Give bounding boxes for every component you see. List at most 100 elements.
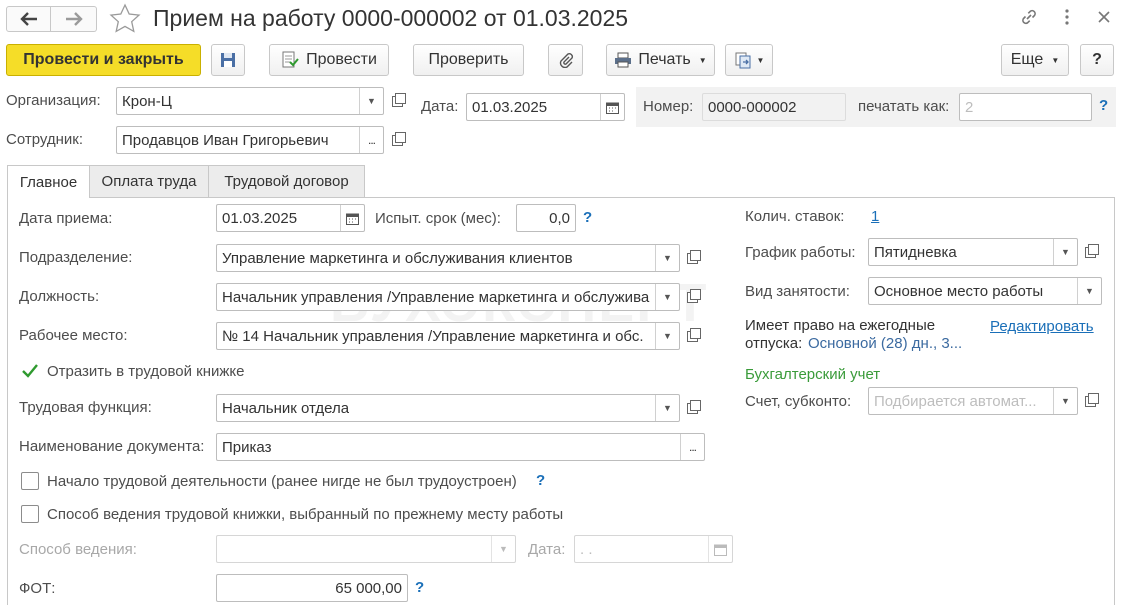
method-date-value: . .	[580, 541, 593, 558]
calendar-icon[interactable]	[340, 205, 364, 231]
workplace-field[interactable]: № 14 Начальник управления /Управление ма…	[216, 322, 680, 350]
workplace-open-button[interactable]	[681, 322, 703, 350]
post-button[interactable]: Провести	[269, 44, 389, 76]
method-field[interactable]: ▼	[216, 535, 516, 563]
tab-main[interactable]: Главное	[7, 165, 90, 198]
date-field[interactable]: 01.03.2025	[466, 93, 625, 121]
account-field[interactable]: Подбирается автомат... ▼	[868, 387, 1078, 415]
close-icon[interactable]	[1097, 10, 1113, 26]
help-question-icon[interactable]: ?	[415, 579, 424, 596]
position-open-button[interactable]	[681, 283, 703, 311]
chevron-down-icon[interactable]: ▼	[655, 323, 679, 349]
employee-open-button[interactable]	[386, 126, 408, 154]
back-button[interactable]	[6, 6, 51, 32]
number-value: 0000-000002	[708, 99, 797, 116]
open-icon	[391, 131, 406, 146]
chevron-down-icon[interactable]: ▼	[1053, 239, 1077, 265]
workplace-label: Рабочее место:	[19, 327, 128, 344]
chevron-down-icon[interactable]: ▼	[1053, 388, 1077, 414]
tab-payment[interactable]: Оплата труда	[89, 165, 209, 197]
number-label: Номер:	[643, 98, 694, 115]
calendar-icon[interactable]	[600, 94, 624, 120]
vacation-value: Основной (28) дн., 3...	[808, 335, 963, 352]
arrow-right-icon	[65, 12, 83, 26]
method-label: Способ ведения:	[19, 541, 137, 558]
chevron-down-icon: ▼	[698, 55, 707, 65]
print-as-label: печатать как:	[858, 98, 950, 115]
create-based-on-button[interactable]: ▼	[725, 44, 773, 76]
hire-date-label: Дата приема:	[19, 210, 113, 227]
tab-contract-label: Трудовой договор	[224, 173, 349, 190]
check-button[interactable]: Проверить	[413, 44, 524, 76]
department-open-button[interactable]	[681, 244, 703, 272]
function-value: Начальник отдела	[222, 400, 350, 417]
print-as-field[interactable]: 2	[959, 93, 1092, 121]
account-placeholder: Подбирается автомат...	[874, 393, 1037, 410]
vacation-title-line2: отпуска:	[745, 335, 803, 352]
method-date-field[interactable]: . .	[574, 535, 733, 563]
position-value: Начальник управления /Управление маркети…	[222, 289, 650, 306]
chevron-down-icon[interactable]: ▼	[491, 536, 515, 562]
chevron-down-icon[interactable]: ▼	[359, 88, 383, 114]
help-question-icon[interactable]: ?	[536, 472, 545, 489]
doc-name-field[interactable]: Приказ ...	[216, 433, 705, 461]
employee-value: Продавцов Иван Григорьевич	[122, 132, 329, 149]
attach-button[interactable]	[548, 44, 583, 76]
schedule-open-button[interactable]	[1079, 238, 1101, 266]
select-ellipsis-icon[interactable]: ...	[680, 434, 704, 460]
employment-field[interactable]: Основное место работы ▼	[868, 277, 1102, 305]
reflect-label: Отразить в трудовой книжке	[47, 363, 245, 380]
probation-field[interactable]: 0,0	[516, 204, 576, 232]
forward-button[interactable]	[51, 6, 97, 32]
save-button[interactable]	[211, 44, 245, 76]
more-vertical-icon[interactable]	[1064, 8, 1074, 28]
number-field[interactable]: 0000-000002	[702, 93, 846, 121]
favorite-star-icon[interactable]	[108, 2, 144, 36]
account-open-button[interactable]	[1079, 387, 1101, 415]
chevron-down-icon[interactable]: ▼	[1077, 278, 1101, 304]
chevron-down-icon: ▼	[1051, 55, 1060, 65]
hire-date-value: 01.03.2025	[222, 210, 298, 227]
fot-field[interactable]: 65 000,00	[216, 574, 408, 602]
print-button[interactable]: Печать ▼	[606, 44, 715, 76]
rates-label: Колич. ставок:	[745, 208, 845, 225]
chevron-down-icon[interactable]: ▼	[655, 245, 679, 271]
schedule-value: Пятидневка	[874, 244, 957, 261]
edit-vacation-link[interactable]: Редактировать	[990, 318, 1094, 335]
help-question-icon[interactable]: ?	[583, 209, 592, 226]
chevron-down-icon[interactable]: ▼	[655, 284, 679, 310]
reflect-checkbox[interactable]	[20, 361, 40, 381]
method-prev-checkbox[interactable]	[21, 505, 39, 523]
tab-contract[interactable]: Трудовой договор	[208, 165, 365, 197]
calendar-icon[interactable]	[708, 536, 732, 562]
rates-link[interactable]: 1	[871, 208, 879, 225]
position-field[interactable]: Начальник управления /Управление маркети…	[216, 283, 680, 311]
checkmark-icon	[22, 364, 38, 378]
select-ellipsis-icon[interactable]: ...	[359, 127, 383, 153]
create-based-icon	[735, 52, 751, 69]
organization-open-button[interactable]	[386, 87, 408, 115]
accounting-title: Бухгалтерский учет	[745, 366, 881, 383]
probation-value: 0,0	[549, 210, 570, 227]
start-career-checkbox[interactable]	[21, 472, 39, 490]
window-title: Прием на работу 0000-000002 от 01.03.202…	[153, 5, 629, 31]
post-and-close-button[interactable]: Провести и закрыть	[6, 44, 201, 76]
more-button[interactable]: Еще ▼	[1001, 44, 1069, 76]
account-label: Счет, субконто:	[745, 393, 852, 410]
help-button[interactable]: ?	[1080, 44, 1114, 76]
chevron-down-icon[interactable]: ▼	[655, 395, 679, 421]
hire-date-field[interactable]: 01.03.2025	[216, 204, 365, 232]
employee-field[interactable]: Продавцов Иван Григорьевич ...	[116, 126, 384, 154]
employee-label: Сотрудник:	[6, 131, 84, 148]
doc-name-value: Приказ	[222, 439, 272, 456]
help-question-icon[interactable]: ?	[1099, 97, 1108, 114]
function-field[interactable]: Начальник отдела ▼	[216, 394, 680, 422]
schedule-field[interactable]: Пятидневка ▼	[868, 238, 1078, 266]
tab-payment-label: Оплата труда	[101, 173, 197, 190]
link-icon[interactable]	[1018, 6, 1042, 30]
organization-field[interactable]: Крон-Ц ▼	[116, 87, 384, 115]
open-icon	[686, 399, 701, 414]
function-open-button[interactable]	[681, 394, 703, 422]
department-field[interactable]: Управление маркетинга и обслуживания кли…	[216, 244, 680, 272]
printer-icon	[615, 52, 632, 68]
